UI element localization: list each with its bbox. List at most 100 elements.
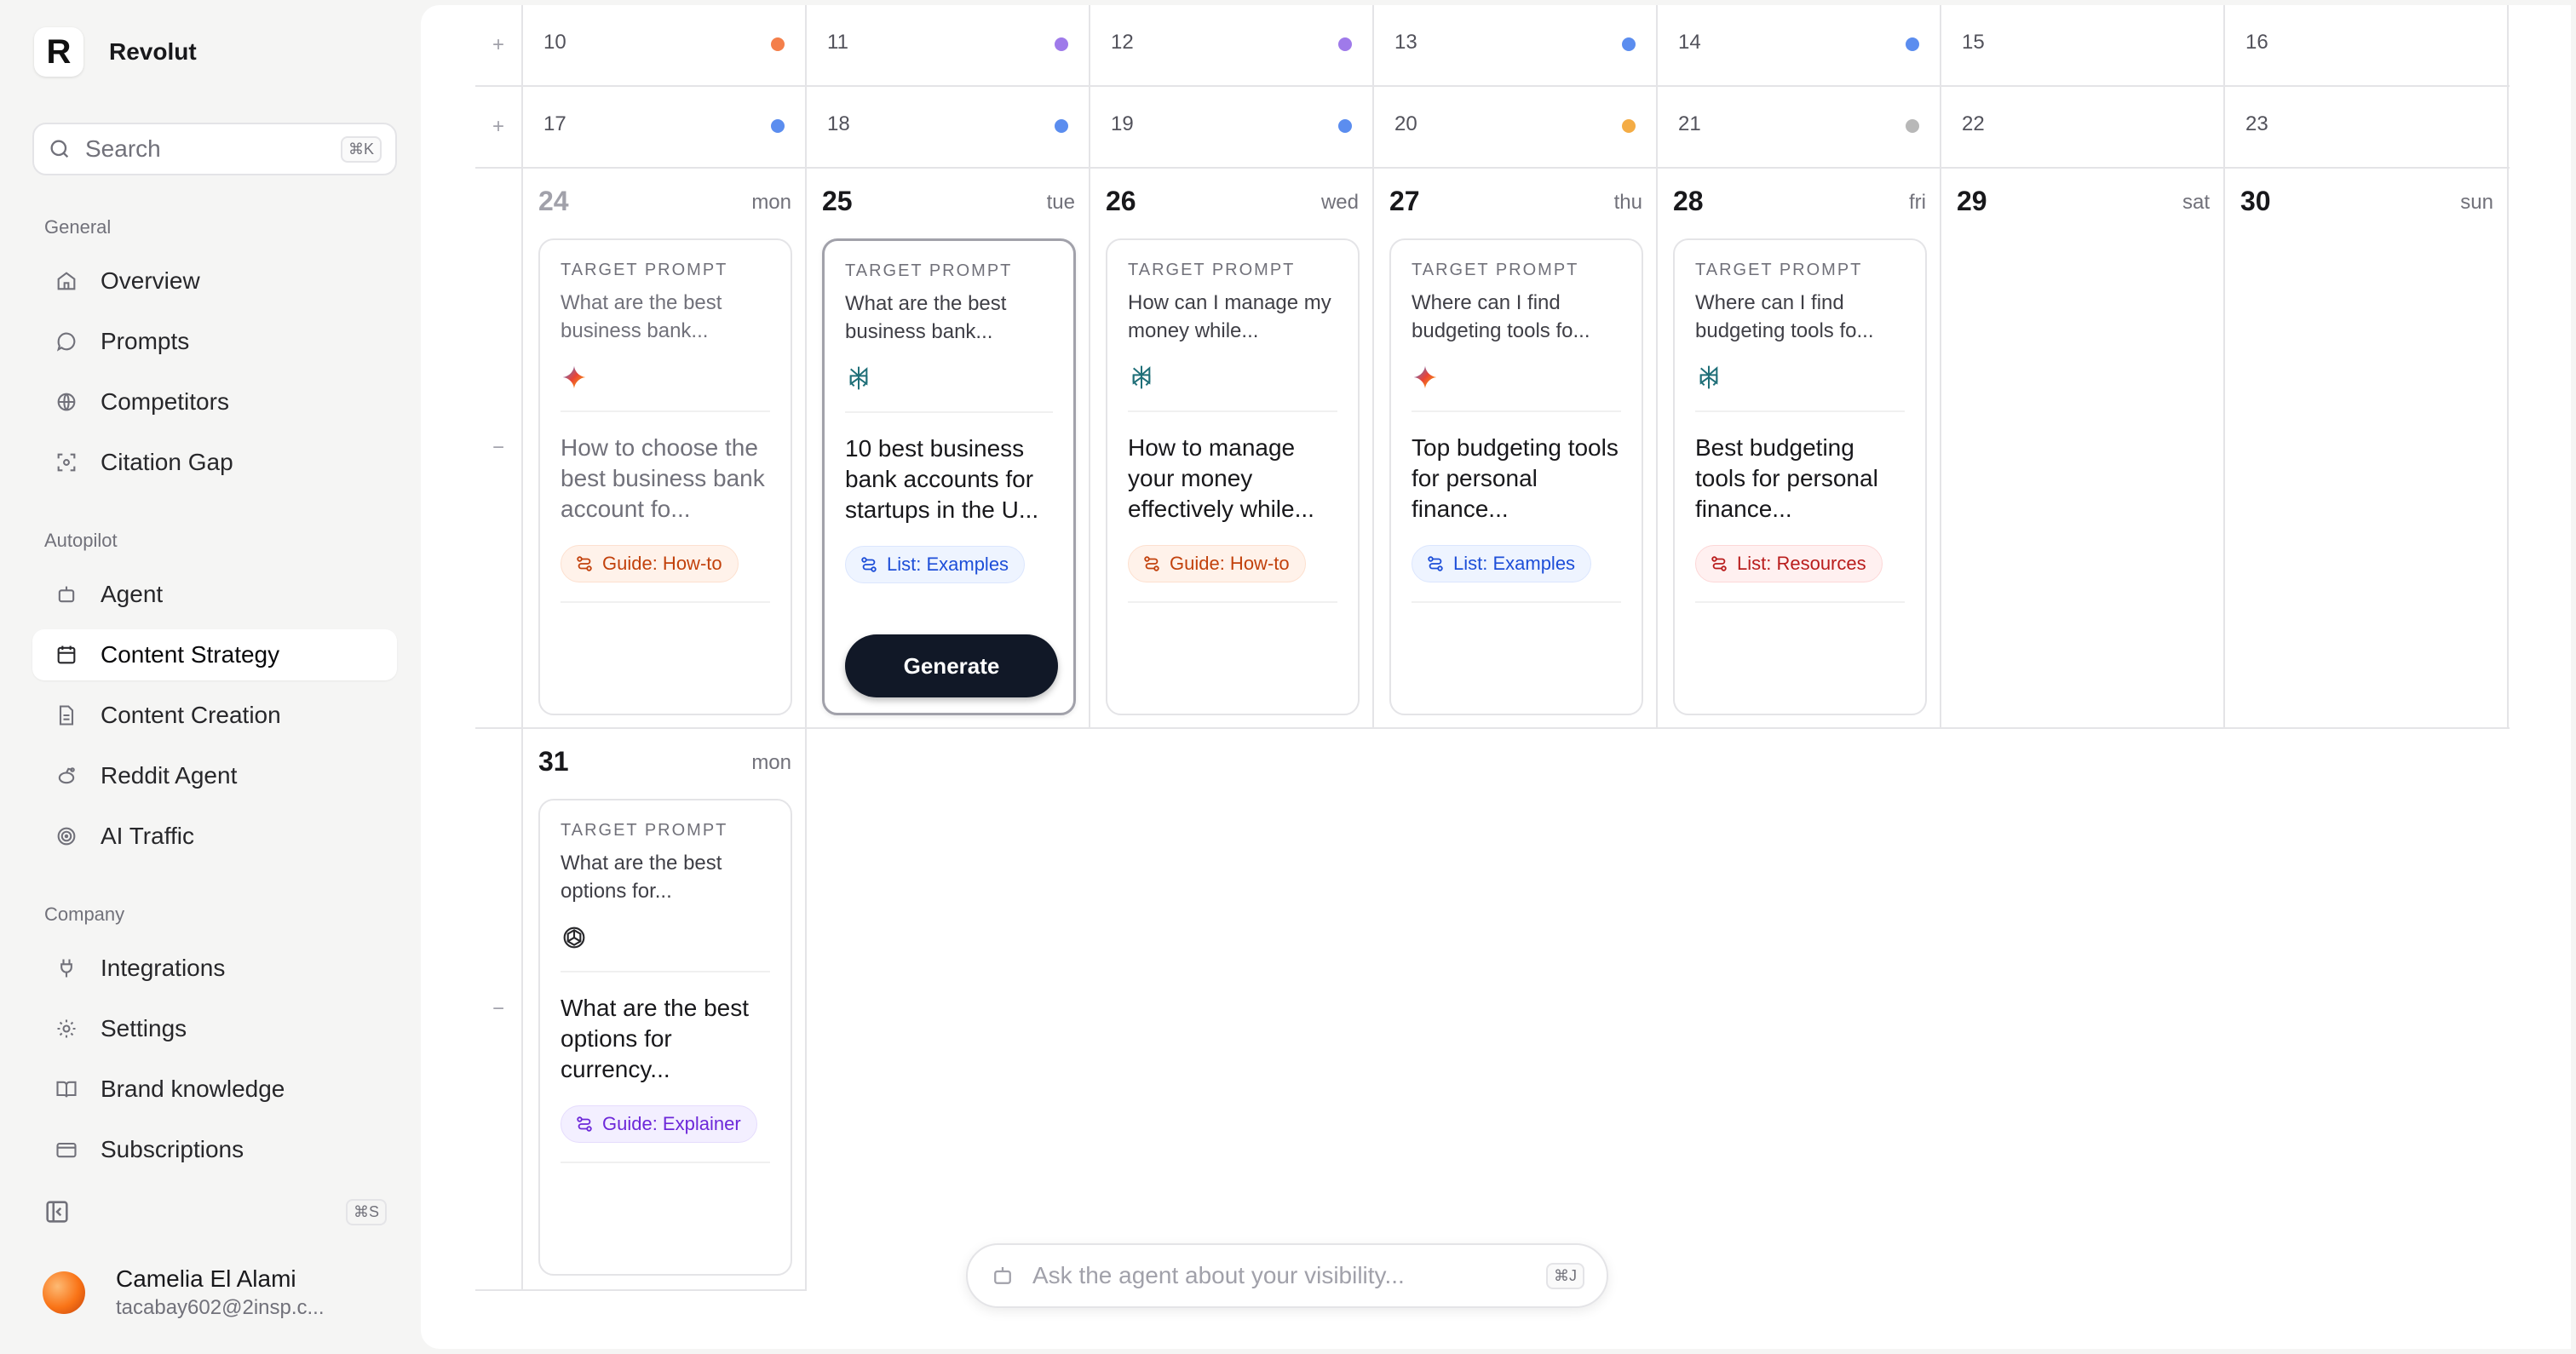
day-number: 20 <box>1394 112 1417 135</box>
calendar-day[interactable]: 23 <box>2225 87 2509 167</box>
expand-week-button[interactable]: + <box>475 5 523 85</box>
sidebar-item-reddit-agent[interactable]: Reddit Agent <box>32 750 397 801</box>
calendar-day[interactable]: 21 <box>1658 87 1941 167</box>
ask-agent-input[interactable] <box>1032 1262 1527 1289</box>
generate-button[interactable]: Generate <box>845 634 1058 697</box>
content-type-tag: Guide: Explainer <box>561 1105 757 1143</box>
calendar-day[interactable]: 19 <box>1090 87 1374 167</box>
calendar-day[interactable]: 27 thu TARGET PROMPT Where can I find bu… <box>1374 169 1658 727</box>
card-prompt: How can I manage my money while... <box>1128 291 1331 342</box>
sidebar-item-ai-traffic[interactable]: AI Traffic <box>32 811 397 862</box>
status-dot <box>1906 119 1919 133</box>
sidebar-item-label: AI Traffic <box>101 823 194 849</box>
calendar-day[interactable]: 22 <box>1941 87 2225 167</box>
day-number: 16 <box>2245 31 2268 54</box>
day-number: 13 <box>1394 31 1417 54</box>
calendar-day[interactable]: 28 fri TARGET PROMPT Where can I find bu… <box>1658 169 1941 727</box>
content-card-selected[interactable]: TARGET PROMPT What are the best business… <box>822 238 1076 715</box>
route-icon <box>577 556 592 571</box>
calendar-week-collapsed: + 17 18 19 20 21 22 23 <box>475 87 2510 169</box>
calendar-icon <box>53 641 80 668</box>
sidebar-item-label: Subscriptions <box>101 1136 244 1162</box>
tag-label: Guide: How-to <box>602 553 722 574</box>
day-number: 14 <box>1678 31 1701 54</box>
scan-icon <box>53 449 80 476</box>
content-card[interactable]: TARGET PROMPT How can I manage my money … <box>1106 238 1360 715</box>
plug-icon <box>53 955 80 982</box>
sidebar-item-label: Reddit Agent <box>101 762 238 789</box>
reddit-icon <box>53 762 80 789</box>
day-name: tue <box>1046 191 1075 214</box>
sidebar-item-label: Settings <box>101 1015 187 1041</box>
calendar-day[interactable]: 13 <box>1374 5 1658 85</box>
search-shortcut: ⌘K <box>340 135 382 163</box>
brand-name: Revolut <box>109 38 197 65</box>
calendar-day[interactable]: 18 <box>807 87 1090 167</box>
calendar-day[interactable]: 31 mon TARGET PROMPT What are the best o… <box>523 729 807 1289</box>
calendar-day[interactable]: 16 <box>2225 5 2509 85</box>
sidebar-item-integrations[interactable]: Integrations <box>32 943 397 994</box>
home-icon <box>53 267 80 295</box>
card-title: Top budgeting tools for personal finance… <box>1412 434 1619 522</box>
calendar-week-expanded: − 24 mon TARGET PROMPT What are the best… <box>475 169 2510 729</box>
content-card[interactable]: TARGET PROMPT What are the best business… <box>538 238 792 715</box>
route-icon <box>1144 556 1159 571</box>
day-number: 12 <box>1111 31 1134 54</box>
calendar-day[interactable]: 20 <box>1374 87 1658 167</box>
search-input[interactable] <box>85 135 324 163</box>
tag-label: List: Examples <box>1453 553 1576 574</box>
day-name: thu <box>1613 191 1642 214</box>
calendar-day[interactable]: 30 sun <box>2225 169 2509 727</box>
expand-week-button[interactable]: + <box>475 87 523 167</box>
sidebar-item-settings[interactable]: Settings <box>32 1003 397 1054</box>
sidebar-item-citation-gap[interactable]: Citation Gap <box>32 437 397 488</box>
calendar-day[interactable]: 12 <box>1090 5 1374 85</box>
avatar <box>43 1271 85 1314</box>
user-name: Camelia El Alami <box>116 1265 296 1292</box>
user-profile[interactable]: Camelia El Alami tacabay602@2insp.c... <box>43 1265 325 1320</box>
calendar-week-collapsed: + 10 11 12 13 14 15 16 <box>475 5 2510 87</box>
sidebar-item-content-creation[interactable]: Content Creation <box>32 690 397 741</box>
tag-label: List: Examples <box>887 554 1009 575</box>
route-icon <box>577 1116 592 1132</box>
calendar-day[interactable]: 25 tue TARGET PROMPT What are the best b… <box>807 169 1090 727</box>
calendar-day[interactable]: 24 mon TARGET PROMPT What are the best b… <box>523 169 807 727</box>
sidebar-item-subscriptions[interactable]: Subscriptions <box>32 1124 397 1175</box>
day-number: 18 <box>827 112 850 135</box>
card-title: 10 best business bank accounts for start… <box>845 435 1039 523</box>
calendar-day[interactable]: 29 sat <box>1941 169 2225 727</box>
card-label: TARGET PROMPT <box>1128 261 1296 279</box>
content-card[interactable]: TARGET PROMPT Where can I find budgeting… <box>1389 238 1643 715</box>
sidebar-item-label: Integrations <box>101 955 226 981</box>
calendar-day[interactable]: 10 <box>523 5 807 85</box>
card-label: TARGET PROMPT <box>1412 261 1579 279</box>
calendar-day[interactable]: 11 <box>807 5 1090 85</box>
target-icon <box>53 823 80 850</box>
content-card[interactable]: TARGET PROMPT What are the best options … <box>538 799 792 1276</box>
sidebar-collapse-icon[interactable] <box>43 1197 72 1226</box>
status-dot <box>1622 37 1636 51</box>
sidebar-item-competitors[interactable]: Competitors <box>32 376 397 427</box>
brand[interactable]: R Revolut <box>34 27 197 77</box>
day-number: 28 <box>1673 186 1704 216</box>
ask-agent-bar[interactable]: ⌘J <box>966 1243 1608 1308</box>
sidebar-item-label: Overview <box>101 267 200 294</box>
card-title: How to manage your money effectively whi… <box>1128 434 1314 522</box>
sidebar-item-prompts[interactable]: Prompts <box>32 316 397 367</box>
route-icon <box>1711 556 1727 571</box>
gemini-icon <box>1413 365 1437 389</box>
calendar-day[interactable]: 17 <box>523 87 807 167</box>
sidebar-item-content-strategy[interactable]: Content Strategy <box>32 629 397 680</box>
card-title: Best budgeting tools for personal financ… <box>1695 434 1878 522</box>
calendar-day[interactable]: 26 wed TARGET PROMPT How can I manage my… <box>1090 169 1374 727</box>
calendar-day[interactable]: 14 <box>1658 5 1941 85</box>
sidebar-item-agent[interactable]: Agent <box>32 569 397 620</box>
sidebar-item-overview[interactable]: Overview <box>32 255 397 307</box>
content-card[interactable]: TARGET PROMPT Where can I find budgeting… <box>1673 238 1927 715</box>
search-box[interactable]: ⌘K <box>32 123 397 175</box>
collapse-week-button[interactable]: − <box>475 729 523 1289</box>
card-label: TARGET PROMPT <box>561 821 728 840</box>
calendar-day[interactable]: 15 <box>1941 5 2225 85</box>
collapse-week-button[interactable]: − <box>475 169 523 727</box>
sidebar-item-brand-knowledge[interactable]: Brand knowledge <box>32 1064 397 1115</box>
